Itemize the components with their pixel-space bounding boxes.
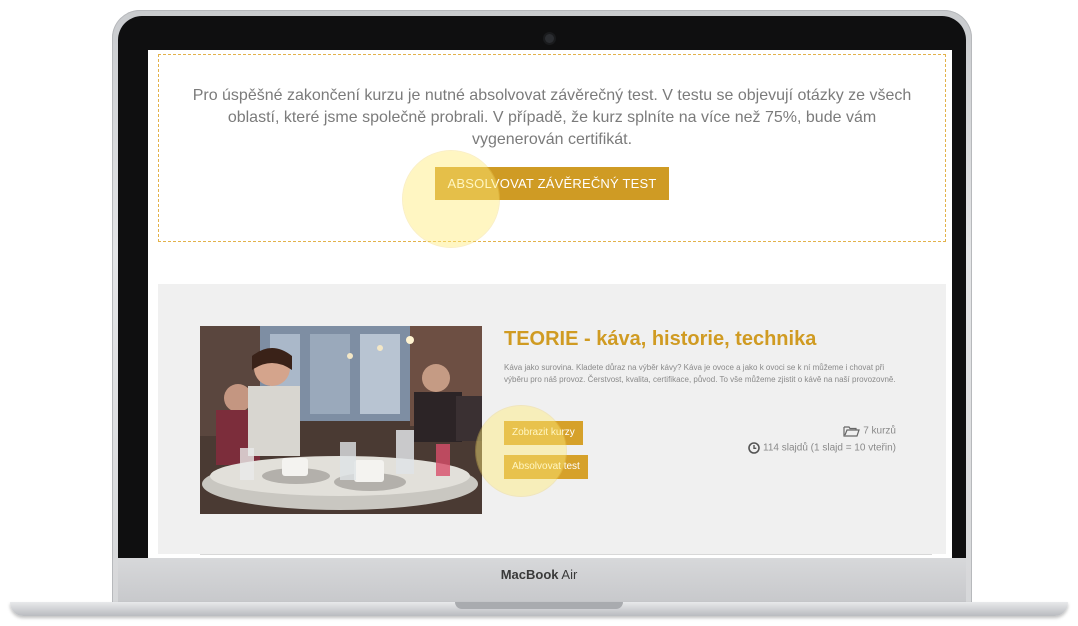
device-model: Air — [561, 567, 578, 582]
course-photo — [200, 326, 482, 514]
course-count-text: 7 kurzů — [863, 425, 896, 437]
final-test-text: Pro úspěšné zakončení kurzu je nutné abs… — [192, 87, 912, 148]
slides-info: 114 slajdů (1 slajd = 10 vteřin) — [748, 442, 896, 454]
final-test-section: Pro úspěšné zakončení kurzu je nutné abs… — [158, 54, 946, 242]
cafe-photo — [200, 326, 482, 514]
clock-icon — [748, 442, 760, 454]
click-highlight — [476, 406, 566, 496]
course-title: TEORIE - káva, historie, technika — [504, 328, 817, 350]
camera-icon — [545, 34, 554, 43]
device-label: MacBook Air — [0, 567, 1078, 582]
laptop-notch — [455, 602, 623, 609]
slides-info-text: 114 slajdů (1 slajd = 10 vteřin) — [763, 442, 896, 454]
device-brand: MacBook — [500, 567, 559, 582]
course-description: Káva jako surovina. Kladete důraz na výb… — [504, 363, 896, 384]
course-count: 7 kurzů — [843, 425, 896, 437]
divider — [200, 554, 932, 555]
folder-icon — [843, 426, 861, 437]
click-highlight — [403, 151, 499, 247]
